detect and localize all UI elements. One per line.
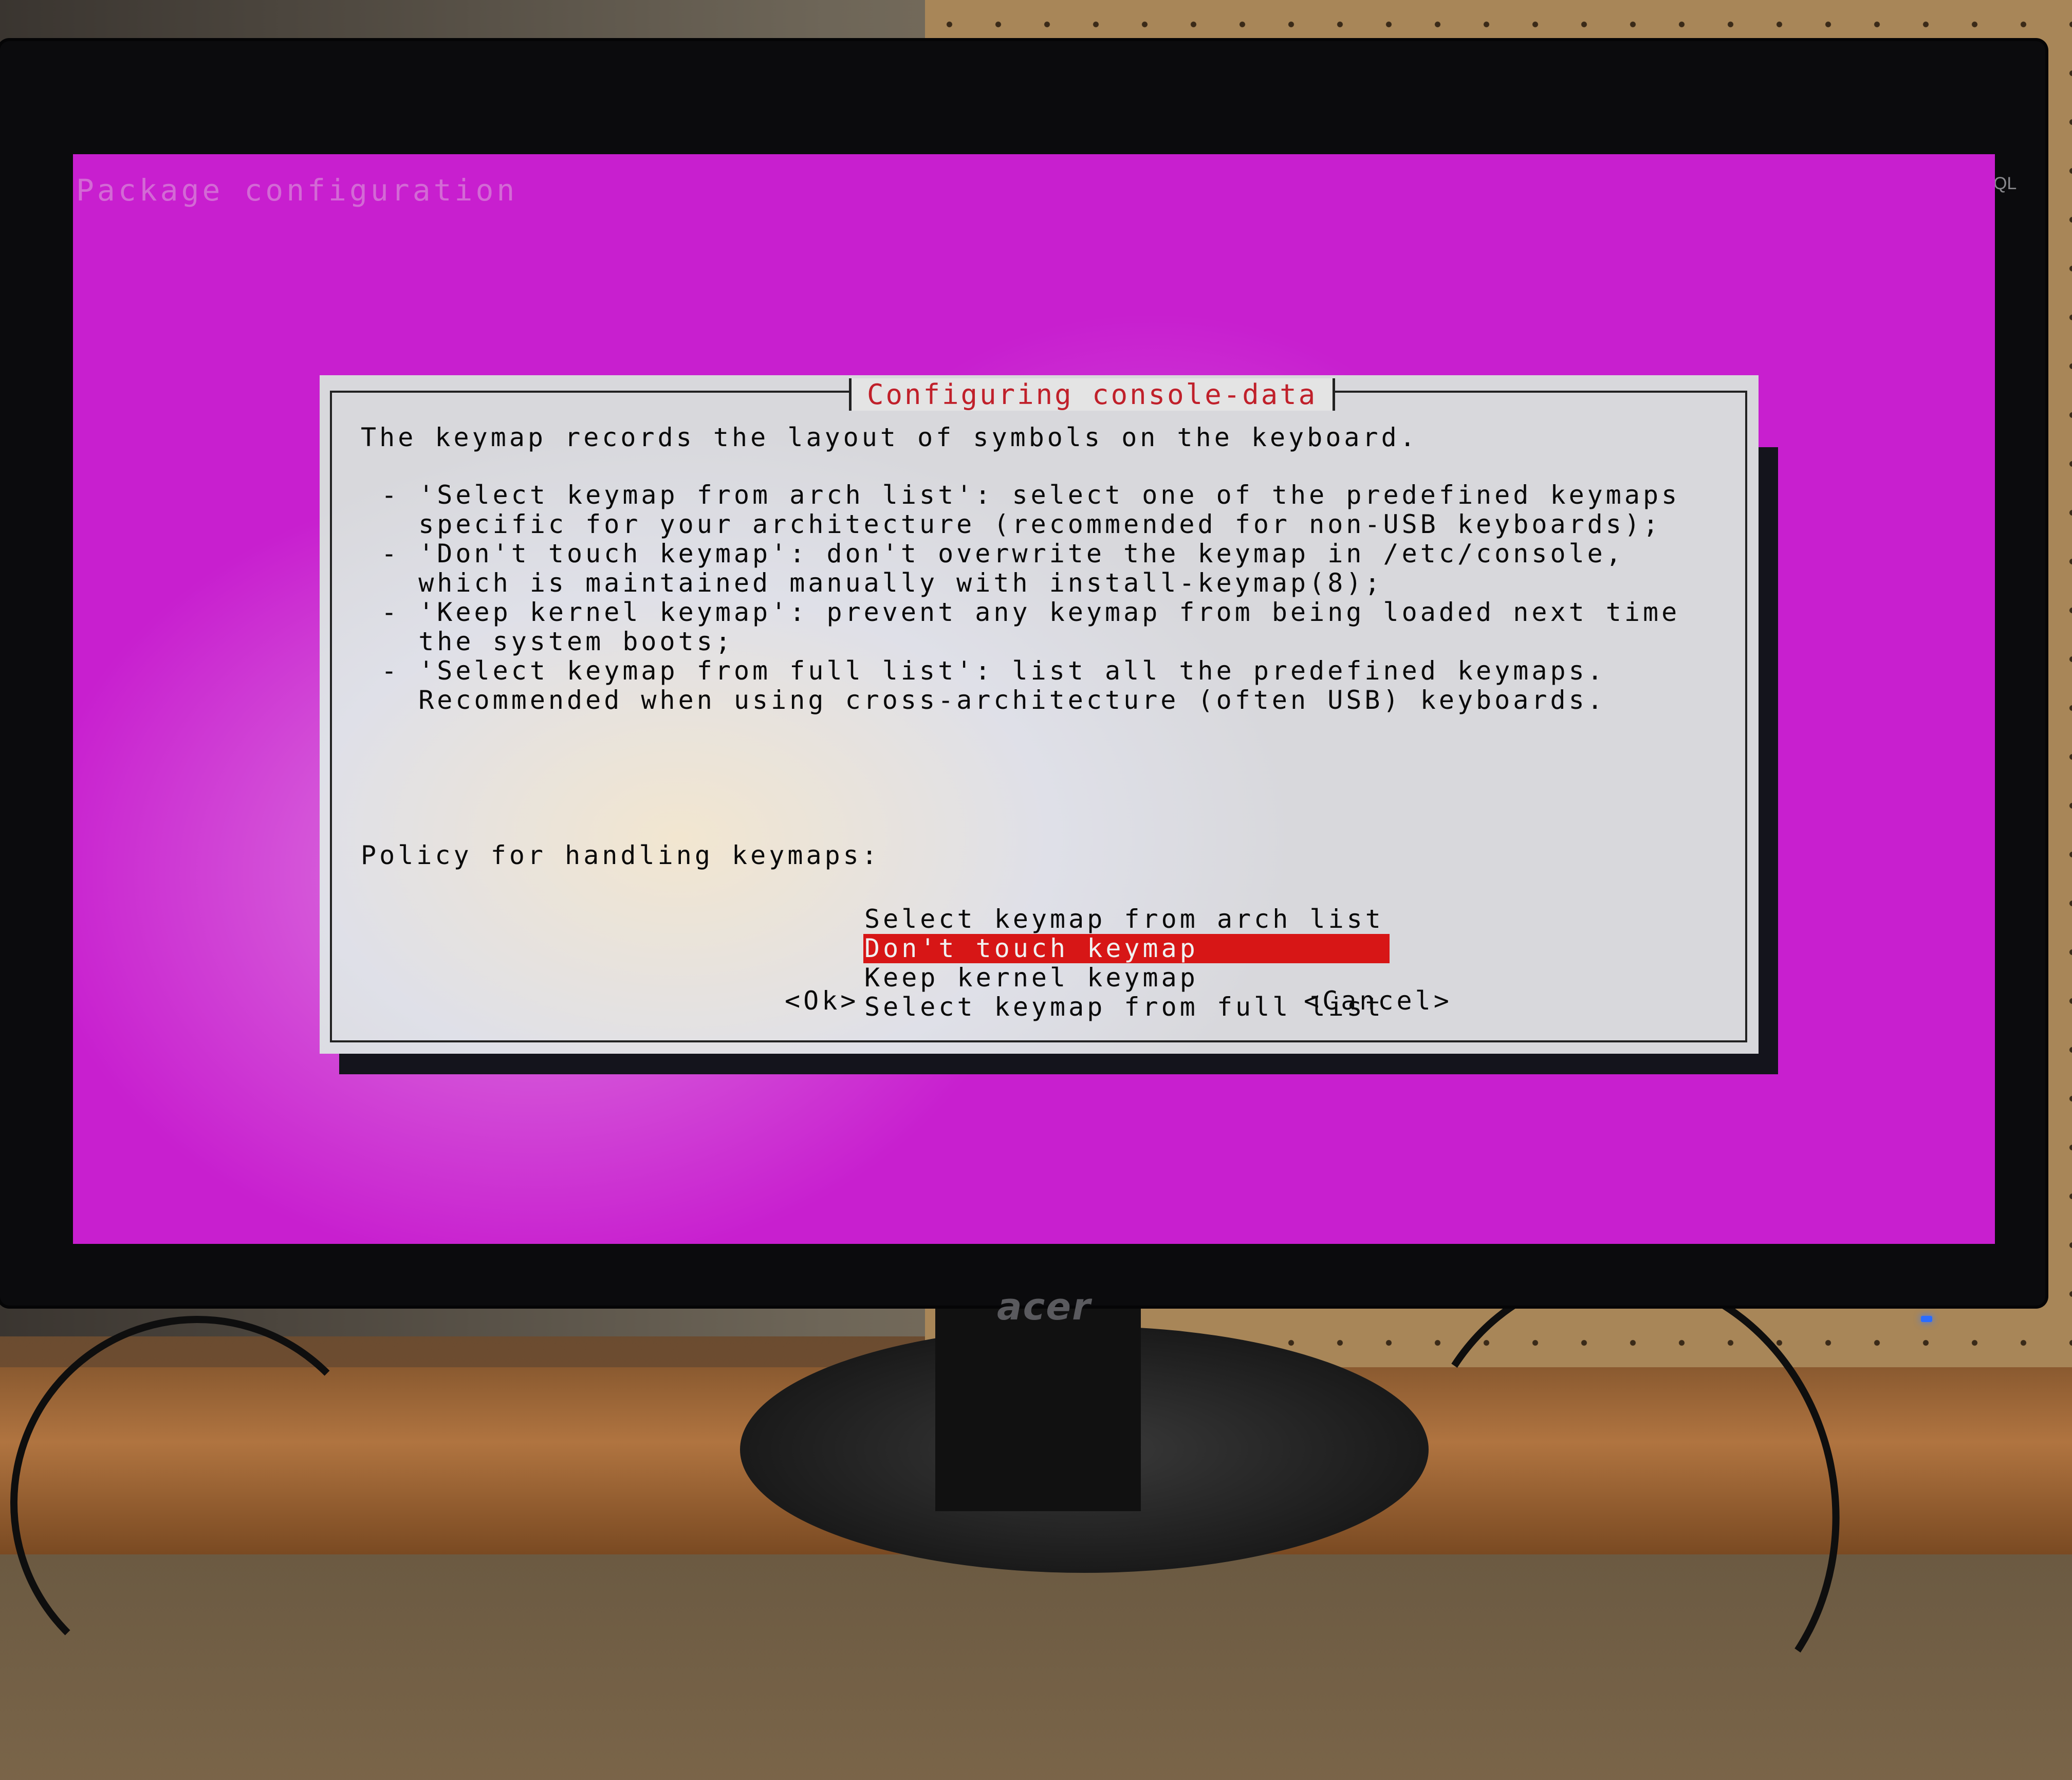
intro-text: The keymap records the layout of symbols… — [361, 423, 1418, 452]
cancel-button[interactable]: <Cancel> — [1304, 986, 1452, 1016]
option-select-keymap-from-arch-list[interactable]: Select keymap from arch list — [863, 905, 1390, 934]
description-line: the system boots; — [381, 627, 734, 656]
description-line: - 'Select keymap from arch list': select… — [381, 480, 1680, 510]
package-configuration-title: Package configuration — [76, 173, 518, 208]
description-line: - 'Select keymap from full list': list a… — [381, 656, 1606, 686]
policy-label: Policy for handling keymaps: — [361, 840, 880, 870]
brand-logo: acer — [997, 1285, 1092, 1328]
screen: Package configuration Configuring consol… — [73, 154, 1995, 1244]
description-line: which is maintained manually with instal… — [381, 568, 1383, 598]
description-line: specific for your architecture (recommen… — [381, 509, 1662, 539]
power-led-icon — [1921, 1316, 1932, 1322]
ok-button[interactable]: <Ok> — [785, 986, 859, 1016]
cable — [10, 1316, 384, 1690]
dialog: Configuring console-data The keymap reco… — [320, 375, 1759, 1054]
monitor-bezel: K222HQL acer Package configuration Confi… — [0, 41, 2045, 1328]
description-line: - 'Keep kernel keymap': prevent any keym… — [381, 597, 1680, 627]
description-line: - 'Don't touch keymap': don't overwrite … — [381, 539, 1624, 568]
dialog-title: Configuring console-data — [849, 378, 1336, 411]
option-dont-touch-keymap[interactable]: Don't touch keymap — [863, 934, 1390, 963]
description-list: - 'Select keymap from arch list': select… — [381, 481, 1680, 715]
description-line: Recommended when using cross-architectur… — [381, 685, 1606, 715]
